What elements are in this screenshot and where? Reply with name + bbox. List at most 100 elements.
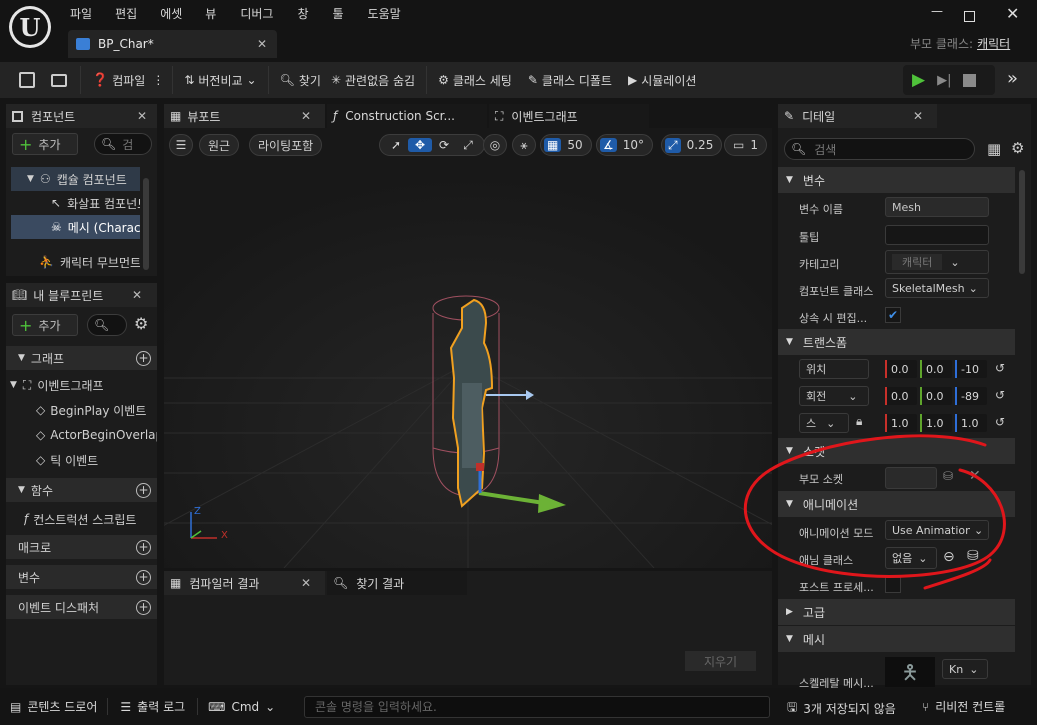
close-my-blueprint-icon[interactable]: ✕ <box>132 288 142 302</box>
menu-help[interactable]: 도움말 <box>368 5 401 22</box>
gear-icon[interactable]: ⚙ <box>1011 139 1024 157</box>
rotation-y[interactable]: 0.0 <box>920 387 952 405</box>
tab-event-graph[interactable]: ⛶ 이벤트그래프 <box>489 104 649 128</box>
table-view-icon[interactable]: ▦ <box>987 140 1001 158</box>
gear-icon[interactable]: ⚙ <box>134 314 148 333</box>
maximize-button[interactable] <box>964 11 975 22</box>
asset-tab[interactable]: BP_Char* ✕ <box>68 30 277 58</box>
anim-mode-dropdown[interactable]: Use Animation ⌄ <box>885 520 989 540</box>
section-dispatchers[interactable]: 이벤트 디스패처 + <box>6 595 157 619</box>
section-advanced[interactable]: ▶ 고급 <box>778 599 1015 625</box>
lighting-button[interactable]: 라이팅포함 <box>249 134 323 156</box>
rotation-dropdown[interactable]: 회전 ⌄ <box>799 386 869 406</box>
browse-socket-icon[interactable]: ⛁ <box>943 469 953 483</box>
menu-window[interactable]: 창 <box>297 5 308 22</box>
menu-debug[interactable]: 디버그 <box>240 5 273 22</box>
close-window-button[interactable]: ✕ <box>1006 4 1019 23</box>
grid-snap-button[interactable]: ▦ 50 <box>540 134 592 156</box>
lock-icon[interactable]: 🔒︎ <box>856 414 862 429</box>
scale-y[interactable]: 1.0 <box>920 414 952 432</box>
add-graph-icon[interactable]: + <box>136 350 151 366</box>
details-scrollbar[interactable] <box>1019 170 1025 274</box>
toolbar-overflow-icon[interactable]: » <box>1007 68 1018 89</box>
location-z[interactable]: -10 <box>955 360 987 378</box>
location-x[interactable]: 0.0 <box>885 360 917 378</box>
translate-icon[interactable]: ✥ <box>408 138 432 152</box>
tab-construction[interactable]: ƒ Construction Scr... <box>327 104 487 128</box>
scale-z[interactable]: 1.0 <box>955 414 987 432</box>
add-macro-icon[interactable]: + <box>136 539 151 555</box>
viewport-menu-button[interactable]: ☰ <box>169 134 193 156</box>
simulation-button[interactable]: ▶ 시뮬레이션 <box>623 66 701 94</box>
scale-snap-button[interactable]: ⤢ 0.25 <box>661 134 723 156</box>
stop-icon[interactable] <box>963 73 977 87</box>
blueprint-search[interactable]: 🔍︎ <box>87 314 127 336</box>
console-input[interactable]: 콘솔 명령을 입력하세요. <box>304 696 770 718</box>
section-variables[interactable]: 변수 + <box>6 565 157 589</box>
menu-edit[interactable]: 편집 <box>115 5 137 22</box>
select-icon[interactable]: ➚ <box>384 138 408 152</box>
clear-socket-icon[interactable]: ✕ <box>969 468 981 484</box>
section-functions[interactable]: ▼ 함수 + <box>6 478 157 502</box>
revision-control-button[interactable]: ⑂ 리비전 컨트롤 <box>922 698 1005 715</box>
rotate-icon[interactable]: ⟳ <box>432 138 456 152</box>
variable-name-field[interactable]: Mesh <box>885 197 989 217</box>
tab-find-results[interactable]: 🔍︎ 찾기 결과 <box>327 571 467 595</box>
section-macros[interactable]: 매크로 + <box>6 535 157 559</box>
section-sockets[interactable]: ▼ 소켓 <box>778 438 1015 464</box>
find-button[interactable]: 🔍︎ 찾기 <box>275 66 326 94</box>
component-mesh[interactable]: ☠ 메시 (CharacterMesh0) <box>11 215 140 239</box>
compile-options-button[interactable]: ⋮ <box>150 66 166 94</box>
rotation-z[interactable]: -89 <box>955 387 987 405</box>
parent-class-link[interactable]: 캐릭터 <box>977 35 1010 52</box>
cmd-dropdown[interactable]: ⌨ Cmd ⌄ <box>198 700 285 714</box>
skeletal-mesh-dropdown[interactable]: Kn ⌄ <box>942 659 988 679</box>
scale-dropdown[interactable]: 스 ⌄ <box>799 413 849 433</box>
play-icon[interactable]: ▶ <box>912 70 925 90</box>
rotation-x[interactable]: 0.0 <box>885 387 917 405</box>
blueprint-add-button[interactable]: + 추가 <box>12 314 78 336</box>
camera-speed-button[interactable]: ▭ 1 <box>724 134 767 156</box>
tooltip-field[interactable] <box>885 225 989 245</box>
add-function-icon[interactable]: + <box>136 482 151 498</box>
location-dropdown[interactable]: 위치 <box>799 359 869 379</box>
post-process-checkbox[interactable] <box>885 577 901 593</box>
section-graphs[interactable]: ▼ 그래프 + <box>6 346 157 370</box>
event-graph-item[interactable]: ▼ ⛶ 이벤트그래프 <box>10 373 157 397</box>
class-settings-button[interactable]: ⚙ 클래스 세팅 <box>433 66 517 94</box>
menu-asset[interactable]: 에셋 <box>160 5 182 22</box>
add-variable-icon[interactable]: + <box>136 569 151 585</box>
component-capsule[interactable]: ▼ ⚇ 캡슐 컴포넌트 <box>11 167 140 191</box>
compile-button[interactable]: ❓ 컴파일 <box>87 66 150 94</box>
components-search[interactable]: 🔍︎ 검 <box>94 133 152 155</box>
component-movement[interactable]: ⛹ 캐릭터 무브먼트 <box>11 250 140 274</box>
components-add-button[interactable]: + 추가 <box>12 133 78 155</box>
save-button[interactable] <box>14 66 40 94</box>
close-viewport-icon[interactable]: ✕ <box>301 109 311 123</box>
perspective-button[interactable]: 원근 <box>199 134 240 156</box>
browse-anim-icon[interactable]: ⛁ <box>967 548 979 564</box>
reset-location-icon[interactable]: ↺ <box>995 361 1005 375</box>
category-dropdown[interactable]: 캐릭터 ⌄ <box>885 250 989 274</box>
close-components-icon[interactable]: ✕ <box>137 109 147 123</box>
close-tab-icon[interactable]: ✕ <box>257 37 267 51</box>
add-dispatcher-icon[interactable]: + <box>136 599 151 615</box>
step-icon[interactable]: ▶| <box>937 73 951 88</box>
clear-button[interactable]: 지우기 <box>685 651 756 671</box>
components-scrollbar[interactable] <box>143 178 149 270</box>
menu-view[interactable]: 뷰 <box>205 5 216 22</box>
minimize-button[interactable]: — <box>927 4 947 24</box>
section-animation[interactable]: ▼ 애니메이션 <box>778 491 1015 517</box>
event-tick[interactable]: ◇ 틱 이벤트 <box>36 448 157 472</box>
hide-unrelated-button[interactable]: ✳ 관련없음 숨김 <box>326 66 420 94</box>
menu-file[interactable]: 파일 <box>70 5 92 22</box>
surface-snap-button[interactable]: ⚹ <box>512 134 536 156</box>
viewport[interactable]: X Z <box>164 128 772 568</box>
event-beginplay[interactable]: ◇ BeginPlay 이벤트 <box>36 398 157 422</box>
menu-tools[interactable]: 툴 <box>333 5 344 22</box>
diff-button[interactable]: ⇅ 버전비교 ⌄ <box>179 66 261 94</box>
close-details-icon[interactable]: ✕ <box>913 109 923 123</box>
unsaved-button[interactable]: 🖫 3개 저장되지 않음 <box>787 698 896 719</box>
details-search[interactable]: 🔍︎ 검색 <box>784 138 975 160</box>
content-drawer-button[interactable]: ▤ 콘텐츠 드로어 <box>0 698 109 715</box>
